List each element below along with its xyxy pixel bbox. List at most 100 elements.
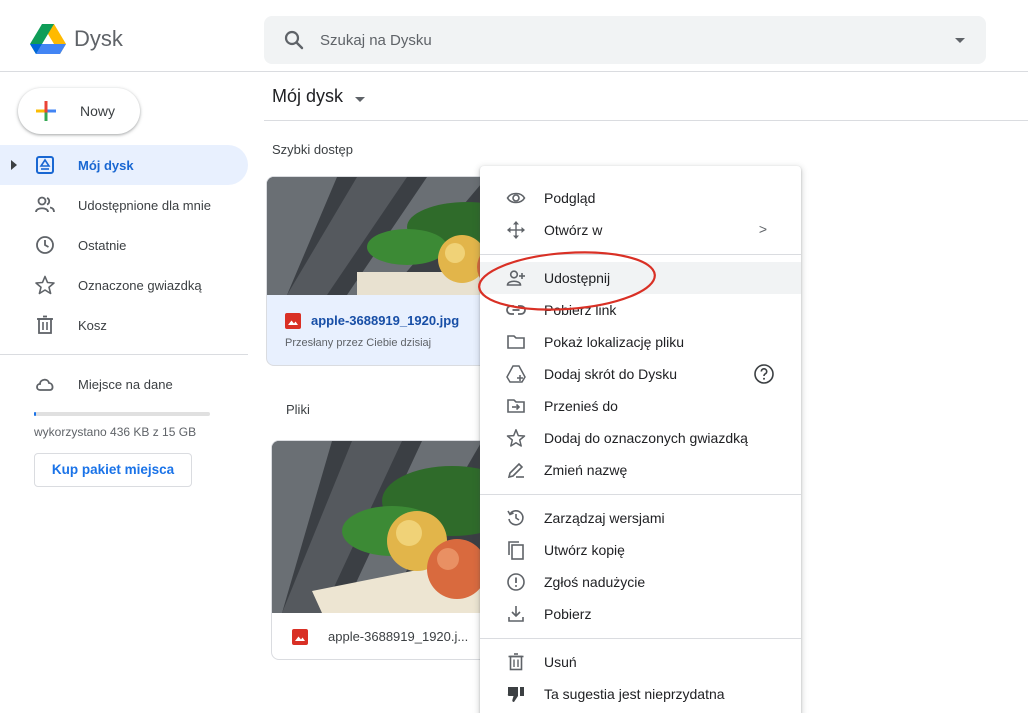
menu-item-label: Podgląd [544,190,596,206]
menu-item-label: Pobierz [544,606,592,622]
download-icon [508,606,524,622]
menu-item-delete[interactable]: Usuń [480,646,801,678]
menu-item-label: Usuń [544,654,577,670]
sidebar-divider [0,354,248,355]
menu-item-move-to[interactable]: Przenieś do [480,390,801,422]
file-name: apple-3688919_1920.j... [328,629,469,644]
sidebar-item-label: Ostatnie [78,238,127,253]
menu-item-label: Zgłoś nadużycie [544,574,646,590]
history-icon [507,510,524,526]
storage-label: Miejsce na dane [78,377,173,392]
storage-nav: Miejsce na dane [0,364,248,404]
apple-image-thumbnail [272,441,510,613]
menu-item-label: Dodaj do oznaczonych gwiazdką [544,430,748,446]
context-menu: Podgląd Otwórz w > Udostępnij Pobierz li… [480,166,801,713]
menu-item-label: Pobierz link [544,302,617,318]
clock-icon [36,236,54,254]
menu-item-download[interactable]: Pobierz [480,598,801,630]
plus-icon [36,101,56,121]
menu-item-share[interactable]: Udostępnij [480,262,801,294]
menu-item-add-shortcut[interactable]: Dodaj skrót do Dysku [480,358,801,390]
menu-item-label: Utwórz kopię [544,542,625,558]
my-drive-icon [36,156,54,174]
pencil-icon [507,462,524,479]
menu-item-label: Zmień nazwę [544,462,628,478]
cloud-icon [36,378,54,391]
menu-item-get-link[interactable]: Pobierz link [480,294,801,326]
link-icon [506,305,526,315]
menu-item-rename[interactable]: Zmień nazwę [480,454,801,486]
storage-usage-text: wykorzystano 436 KB z 15 GB [34,425,197,439]
buy-storage-button[interactable]: Kup pakiet miejsca [34,453,192,487]
breadcrumb[interactable]: Mój dysk [272,86,343,107]
menu-divider [480,638,801,639]
share-person-icon [506,270,525,286]
quick-access-card[interactable]: apple-3688919_1920.jpg Przesłany przez C… [266,176,506,366]
thumbs-down-icon [507,687,524,702]
search-input[interactable] [320,28,920,52]
apple-image-thumbnail [267,177,505,295]
search-bar[interactable] [264,16,986,64]
sidebar-item-starred[interactable]: Oznaczone gwiazdką [0,265,248,305]
quick-access-heading: Szybki dostęp [272,142,353,157]
menu-item-label: Dodaj skrót do Dysku [544,366,678,382]
chevron-down-icon[interactable] [354,96,366,104]
file-name: apple-3688919_1920.jpg [311,313,460,328]
top-bar: Dysk [0,0,1028,72]
main-divider [264,120,1028,121]
files-heading: Pliki [286,402,310,417]
sidebar-item-trash[interactable]: Kosz [0,305,248,345]
sidebar-item-my-drive[interactable]: Mój dysk [0,145,248,185]
menu-item-label: Przenieś do [544,398,618,414]
menu-item-report-abuse[interactable]: Zgłoś nadużycie [480,566,801,598]
app-name: Dysk [74,26,123,51]
image-file-icon [292,629,308,645]
menu-item-make-copy[interactable]: Utwórz kopię [480,534,801,566]
shared-icon [35,196,55,213]
sidebar-item-label: Udostępnione dla mnie [78,198,211,213]
file-card[interactable]: apple-3688919_1920.j... [271,440,511,660]
storage-usage-fill [34,412,36,416]
menu-divider [480,494,801,495]
open-with-icon [507,221,525,239]
menu-item-not-helpful[interactable]: Ta sugestia jest nieprzydatna [480,678,801,710]
menu-item-add-star[interactable]: Dodaj do oznaczonych gwiazdką [480,422,801,454]
menu-item-label: Udostępnij [544,270,611,286]
expand-arrow-icon[interactable] [10,160,18,170]
trash-icon [508,653,524,671]
report-icon [507,573,525,591]
help-icon[interactable] [753,363,775,385]
menu-item-preview[interactable]: Podgląd [480,182,801,214]
eye-icon [506,192,526,204]
drive-app: Dysk Nowy [0,0,1028,713]
sidebar-item-shared[interactable]: Udostępnione dla mnie [0,185,248,225]
add-shortcut-icon [506,365,526,383]
file-subtitle: Przesłany przez Ciebie dzisiaj [285,337,432,349]
menu-item-manage-versions[interactable]: Zarządzaj wersjami [480,502,801,534]
move-to-icon [507,399,525,413]
menu-item-label: Pokaż lokalizację pliku [544,334,685,350]
menu-item-show-location[interactable]: Pokaż lokalizację pliku [480,326,801,358]
storage-usage-bar [34,412,210,416]
copy-icon [508,541,524,560]
folder-icon [507,335,525,349]
new-button[interactable]: Nowy [18,88,140,134]
search-icon[interactable] [282,28,306,52]
menu-item-label: Zarządzaj wersjami [544,510,665,526]
sidebar-item-recent[interactable]: Ostatnie [0,225,248,265]
sidebar-item-label: Kosz [78,318,107,333]
submenu-chevron-icon: > [758,221,767,237]
menu-item-open-with[interactable]: Otwórz w > [480,214,801,246]
image-file-icon [285,313,301,329]
sidebar-item-label: Mój dysk [78,158,134,173]
sidebar-item-storage[interactable]: Miejsce na dane [0,364,248,404]
star-icon [35,275,55,295]
google-drive-logo[interactable] [30,22,66,54]
new-button-label: Nowy [80,103,116,119]
search-options-icon[interactable] [952,32,968,48]
star-icon [506,429,526,447]
trash-icon [37,315,53,334]
sidebar-nav: Mój dysk Udostępnione dla mnie Ostatnie … [0,145,248,345]
menu-item-label: Ta sugestia jest nieprzydatna [544,686,725,702]
sidebar-item-label: Oznaczone gwiazdką [78,278,202,293]
